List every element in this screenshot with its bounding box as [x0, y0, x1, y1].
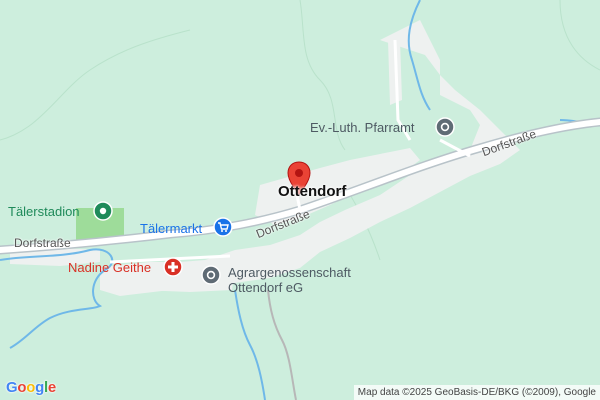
- poi-label-market[interactable]: Tälermarkt: [140, 221, 202, 236]
- poi-label-coop-line2: Ottendorf eG: [228, 280, 304, 295]
- medical-icon[interactable]: [162, 256, 184, 278]
- logo-letter: o: [17, 379, 27, 396]
- logo-letter: o: [26, 379, 36, 396]
- place-label: Ottendorf: [278, 183, 347, 200]
- poi-label-doctor[interactable]: Nadine Geithe: [68, 260, 151, 275]
- shopping-cart-icon[interactable]: [212, 216, 234, 238]
- map-canvas[interactable]: Ottendorf Tälerstadion Tälermarkt Nadine…: [0, 0, 600, 400]
- street-label: Dorfstraße: [14, 236, 71, 250]
- church-office-icon[interactable]: [434, 116, 456, 138]
- poi-label-stadium[interactable]: Tälerstadion: [8, 204, 80, 219]
- logo-letter: e: [47, 379, 56, 396]
- google-logo[interactable]: Google: [6, 379, 56, 396]
- map-attribution[interactable]: Map data ©2025 GeoBasis-DE/BKG (©2009), …: [353, 385, 600, 400]
- logo-letter: G: [6, 379, 18, 396]
- poi-label-coop-line1: Agrargenossenschaft: [228, 265, 351, 280]
- business-icon[interactable]: [200, 264, 222, 286]
- logo-letter: g: [35, 379, 44, 396]
- poi-label-church[interactable]: Ev.-Luth. Pfarramt: [310, 120, 415, 135]
- poi-label-coop[interactable]: Agrargenossenschaft Ottendorf eG: [228, 265, 351, 295]
- stadium-icon[interactable]: [92, 200, 114, 222]
- map-base-layer: [0, 0, 600, 400]
